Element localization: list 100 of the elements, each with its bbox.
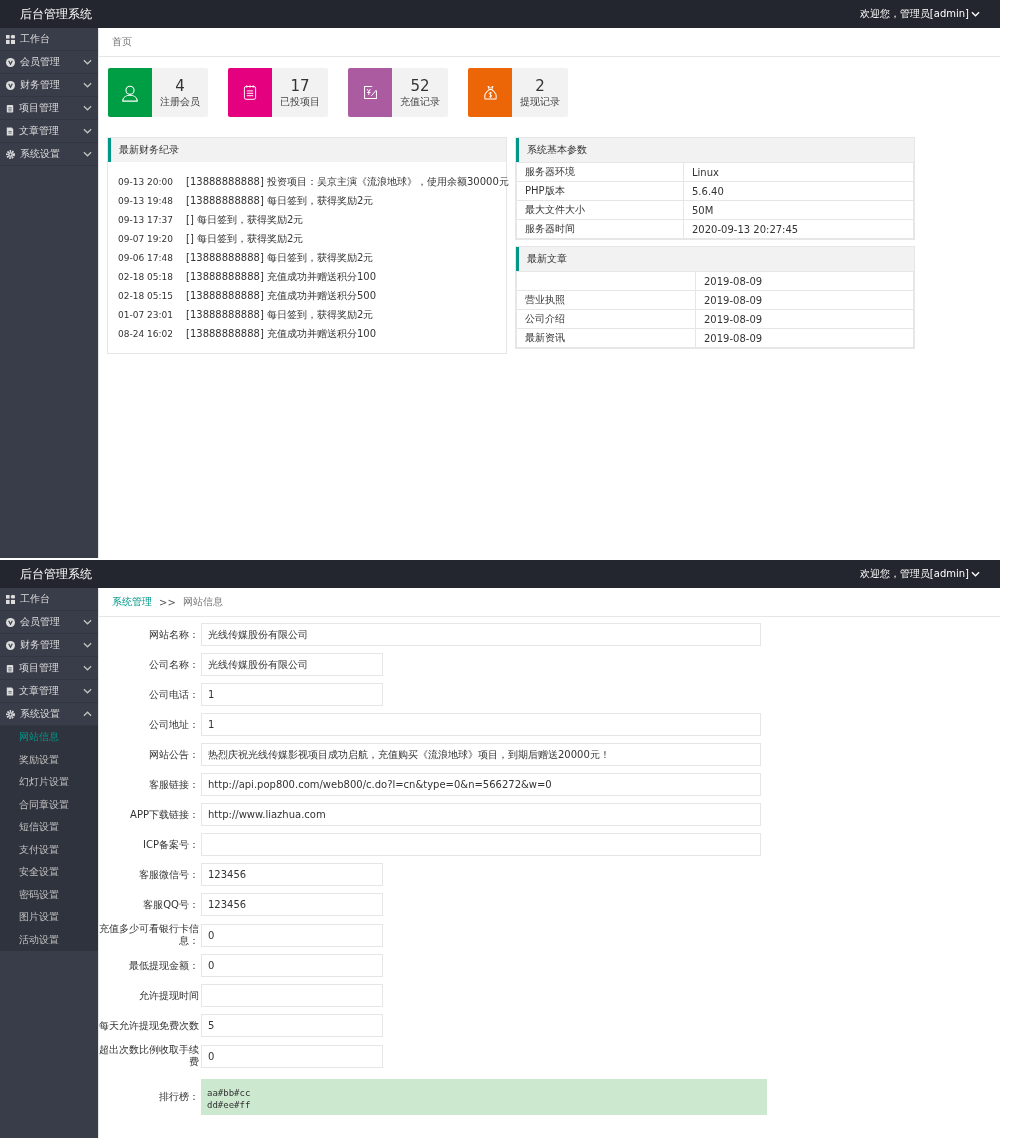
table-cell: PHP版本 <box>516 181 684 201</box>
app-title: 后台管理系统 <box>20 565 92 583</box>
table-cell: 最大文件大小 <box>516 200 684 220</box>
submenu-item[interactable]: 短信设置 <box>0 816 98 839</box>
submenu-item[interactable]: 支付设置 <box>0 838 98 861</box>
input-field[interactable]: 1 <box>201 683 383 706</box>
table-cell: 5.6.40 <box>683 181 914 201</box>
record-text: [13888888888] 充值成功并赠送积分100 <box>186 326 377 341</box>
table-cell: 2019-08-09 <box>695 271 914 291</box>
field-label: 每天允许提现免费次数 <box>99 1019 200 1032</box>
text-area[interactable]: aa#bb#cc dd#ee#ff <box>201 1079 767 1115</box>
input-field[interactable]: 0 <box>201 954 383 977</box>
record-text: [13888888888] 充值成功并赠送积分100 <box>186 269 377 284</box>
submenu-item[interactable]: 合同章设置 <box>0 793 98 816</box>
record-text: [] 每日签到，获得奖励2元 <box>186 212 304 227</box>
settings-icon <box>6 709 15 719</box>
table-cell: 服务器时间 <box>516 219 684 239</box>
document-icon <box>6 686 14 696</box>
stat-card[interactable]: 52 充值记录 <box>348 68 448 117</box>
table-cell: 最新资讯 <box>516 328 696 348</box>
table-cell: 2019-08-09 <box>695 328 914 348</box>
input-field[interactable]: 光线传媒股份有限公司 <box>201 653 383 676</box>
panel-title: 系统基本参数 <box>516 138 914 162</box>
breadcrumb-current: 网站信息 <box>182 595 223 609</box>
input-field[interactable]: 热烈庆祝光线传媒影视项目成功启航，充值购买《流浪地球》项目，到期后赠送20000元！ <box>201 743 761 766</box>
input-field[interactable]: http://api.pop800.com/web800/c.do?l=cn&type=0&n=566272&w=0 <box>201 773 761 796</box>
field-label: 公司地址： <box>148 718 200 731</box>
record-time: 01-07 23:01 <box>118 309 174 320</box>
record-text: [13888888888] 充值成功并赠送积分500 <box>186 288 377 303</box>
breadcrumb-link[interactable]: 系统管理 <box>112 595 152 609</box>
submenu-item[interactable]: 奖励设置 <box>0 748 98 771</box>
record-time: 09-13 20:00 <box>118 176 174 187</box>
submenu-item[interactable]: 幻灯片设置 <box>0 771 98 794</box>
stat-value: 2 <box>535 76 545 95</box>
stat-value: 17 <box>290 76 310 95</box>
record-time: 09-06 17:48 <box>118 252 174 263</box>
field-label: 最低提现金额： <box>128 959 200 972</box>
chevron-down-icon <box>971 11 980 17</box>
notepad-icon <box>6 103 14 113</box>
field-label: ICP备案号： <box>142 838 200 851</box>
chevron-down-icon <box>971 571 980 577</box>
input-field[interactable]: 光线传媒股份有限公司 <box>201 623 761 646</box>
record-time: 08-24 16:02 <box>118 328 174 339</box>
document-icon <box>6 126 14 136</box>
breadcrumb-current: 首页 <box>112 35 132 49</box>
field-label: APP下载链接： <box>129 808 200 821</box>
user-menu[interactable]: 欢迎您，管理员[admin] <box>859 567 980 581</box>
input-field[interactable]: 0 <box>201 1044 383 1068</box>
record-time: 09-07 19:20 <box>118 233 174 244</box>
table-cell: 服务器环境 <box>516 162 684 182</box>
grid-icon <box>6 594 15 604</box>
record-text: [13888888888] 投资项目：吴京主演《流浪地球》，使用余额30000元 <box>186 174 509 189</box>
input-field[interactable] <box>201 984 383 1007</box>
field-label: 公司电话： <box>148 688 200 701</box>
record-time: 09-13 19:48 <box>118 195 174 206</box>
field-label: 网站公告： <box>148 748 200 761</box>
record-time: 09-13 17:37 <box>118 214 174 225</box>
stat-value: 52 <box>410 76 430 95</box>
field-label: 超出次数比例收取手续费 <box>99 1044 200 1068</box>
submenu-item[interactable]: 网站信息 <box>0 726 98 749</box>
settings-icon <box>6 149 15 159</box>
input-field[interactable] <box>201 833 761 856</box>
record-text: [13888888888] 每日签到，获得奖励2元 <box>186 307 374 322</box>
panel-title: 最新文章 <box>516 247 914 271</box>
field-label: 充值多少可看银行卡信息： <box>99 923 200 947</box>
app-title: 后台管理系统 <box>20 5 92 23</box>
circle-icon <box>6 617 15 627</box>
table-cell: 2020-09-13 20:27:45 <box>683 219 914 239</box>
table-cell: 2019-08-09 <box>695 290 914 310</box>
stat-label: 已投项目 <box>280 94 320 109</box>
input-field[interactable]: 0 <box>201 923 383 947</box>
stat-card[interactable]: 17 已投项目 <box>228 68 328 117</box>
submenu-item[interactable]: 图片设置 <box>0 906 98 929</box>
circle-icon <box>6 640 15 650</box>
user-icon <box>121 83 139 102</box>
record-text: [13888888888] 每日签到，获得奖励2元 <box>186 193 374 208</box>
panel-title: 最新财务纪录 <box>108 138 506 162</box>
user-menu[interactable]: 欢迎您，管理员[admin] <box>859 7 980 21</box>
field-label: 客服QQ号： <box>142 898 200 911</box>
table-cell: 50M <box>683 200 914 220</box>
submenu-item[interactable]: 安全设置 <box>0 861 98 884</box>
notepad-icon <box>242 84 258 101</box>
submenu-item[interactable]: 活动设置 <box>0 928 98 951</box>
input-field[interactable]: 123456 <box>201 863 383 886</box>
field-label: 网站名称： <box>148 628 200 641</box>
stat-card[interactable]: 2 提现记录 <box>468 68 568 117</box>
record-text: [13888888888] 每日签到，获得奖励2元 <box>186 250 374 265</box>
input-field[interactable]: 123456 <box>201 893 383 916</box>
stat-value: 4 <box>175 76 185 95</box>
table-cell: 营业执照 <box>516 290 696 310</box>
submenu-item[interactable]: 密码设置 <box>0 883 98 906</box>
record-text: [] 每日签到，获得奖励2元 <box>186 231 304 246</box>
stat-card[interactable]: 4 注册会员 <box>108 68 208 117</box>
stat-label: 注册会员 <box>160 94 200 109</box>
input-field[interactable]: 1 <box>201 713 761 736</box>
input-field[interactable]: 5 <box>201 1014 383 1037</box>
money-bag-icon <box>481 83 499 102</box>
table-cell: 2019-08-09 <box>695 309 914 329</box>
input-field[interactable]: http://www.liazhua.com <box>201 803 761 826</box>
stat-label: 提现记录 <box>520 94 560 109</box>
